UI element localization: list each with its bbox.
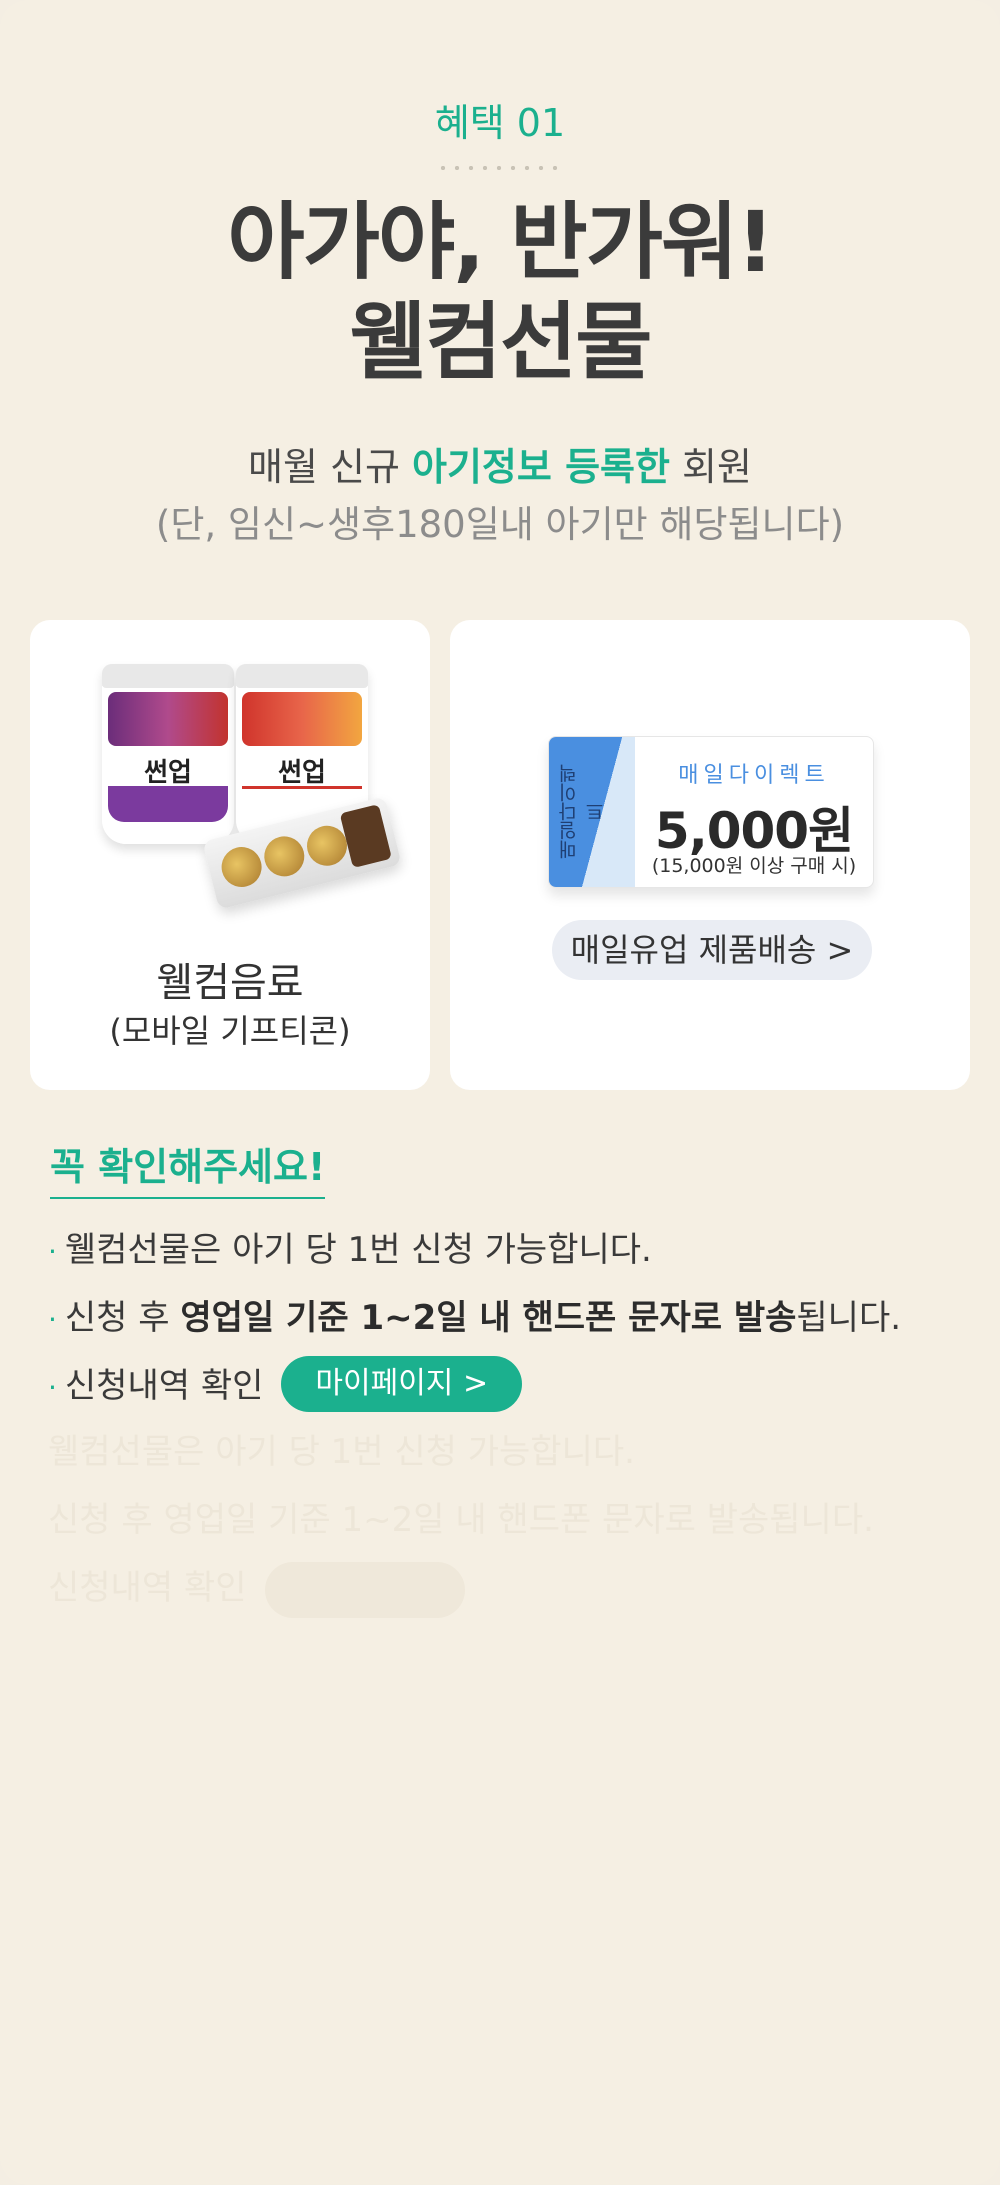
gift-subtitle: (모바일 기프티콘) [109,1012,351,1050]
notice-item-history: · 신청내역 확인 마이페이지 > [48,1355,523,1416]
notice-item-pre: 신청 후 [64,1298,181,1338]
coupon-card: 매일다이렉트 매일다이렉트 5,000원 (15,000원 이상 구매 시) 매… [450,620,970,1090]
ghost-notice-item: 웰컴선물은 아기 당 1번 신청 가능합니다. [48,1432,635,1472]
page-title: 아가야, 반가워! 웰컴선물 [0,192,1000,392]
notice-item-text: 웰컴선물은 아기 당 1번 신청 가능합니다. [64,1230,652,1270]
ghost-notice-item: 신청 후 영업일 기준 1~2일 내 핸드폰 문자로 발송됩니다. [48,1500,874,1540]
cup-brand-label: 썬업 [144,758,192,788]
coupon-brand: 매일다이렉트 [678,763,830,788]
notice-item-once-per-baby: · 웰컴선물은 아기 당 1번 신청 가능합니다. [48,1222,652,1271]
notice-item-delivery: · 신청 후 영업일 기준 1~2일 내 핸드폰 문자로 발송됩니다. [48,1290,901,1339]
coupon-vertical-label: 매일다이렉트 [558,764,607,860]
title-line-2: 웰컴선물 [349,293,652,391]
gift-name: 웰컴음료 [156,960,304,1006]
eligibility-note: (단, 임신~생후180일내 아기만 해당됩니다) [155,503,845,546]
mypage-button[interactable]: 마이페이지 > [281,1355,523,1412]
coupon-condition: (15,000원 이상 구매 시) [651,855,857,877]
subtitle-post: 회원 [669,445,752,489]
notice-item-text: 신청내역 확인 [64,1366,264,1406]
dotted-divider [436,166,564,170]
ghost-button [264,1561,465,1618]
bullet-dot-icon: · [48,1303,57,1336]
subtitle-pre: 매월 신규 [248,445,413,489]
benefit-tag: 혜택 01 [434,101,566,145]
welcome-drink-card: 썬업 썬업 웰컴음료 (모바일 기프티콘) [30,620,430,1090]
notice-item-post: 됩니다. [796,1298,902,1338]
bullet-dot-icon: · [48,1235,57,1268]
product-delivery-button[interactable]: 매일유업 제품배송 > [552,920,872,980]
drink-cup-grape-image: 썬업 [102,664,234,844]
title-line-1: 아가야, 반가워! [227,193,774,291]
eligibility-subtitle: 매월 신규 아기정보 등록한 회원 [0,436,1000,491]
subtitle-highlight: 아기정보 등록한 [412,445,670,489]
bullet-dot-icon: · [48,1371,57,1404]
benefit-page: 혜택 01 아가야, 반가워! 웰컴선물 매월 신규 아기정보 등록한 회원 (… [0,0,1000,2185]
notice-item-bold: 영업일 기준 1~2일 내 핸드폰 문자로 발송 [180,1298,797,1338]
ghost-notice-item: 신청내역 확인 [48,1560,465,1618]
notice-title: 꼭 확인해주세요! [50,1136,326,1199]
discount-coupon: 매일다이렉트 매일다이렉트 5,000원 (15,000원 이상 구매 시) [548,736,874,888]
cup-brand-label: 썬업 [278,758,326,788]
